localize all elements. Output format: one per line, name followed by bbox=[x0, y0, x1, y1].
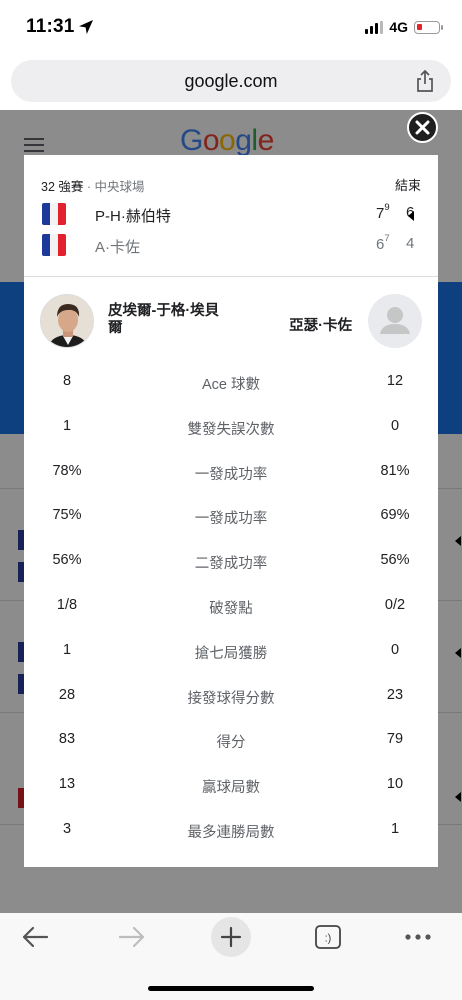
person-placeholder-icon bbox=[380, 307, 410, 334]
match-status: 結束 bbox=[394, 178, 421, 193]
team-row-loser: A·卡佐 67 4 bbox=[42, 233, 422, 257]
stat-right-value: 81% bbox=[380, 462, 410, 479]
stat-label: 一發成功率 bbox=[194, 511, 268, 528]
stat-left-value: 6 bbox=[24, 866, 110, 867]
stat-right-value: 12 bbox=[386, 373, 404, 389]
team-row-winner: P-H·赫伯特 79 6 bbox=[42, 202, 422, 226]
stat-left-value: 56% bbox=[52, 552, 82, 569]
signal-icon bbox=[365, 20, 384, 34]
stat-row: 56% 二發成功率 56% bbox=[24, 552, 438, 576]
stat-right-value: 10 bbox=[386, 776, 404, 793]
stat-left-value: 1 bbox=[62, 417, 72, 434]
stat-right-value: 0 bbox=[390, 417, 400, 434]
stat-row: 1/8 破發點 0/2 bbox=[24, 597, 438, 621]
stat-row: 1 搶七局獲勝 0 bbox=[24, 642, 438, 666]
stat-row: 75% 一發成功率 69% bbox=[24, 507, 438, 531]
divider bbox=[24, 276, 438, 277]
stat-left-value: 78% bbox=[52, 462, 82, 479]
stat-label: 最多連勝局數 bbox=[187, 825, 275, 841]
stat-label: 得分 bbox=[216, 735, 246, 752]
stat-right-value: 69% bbox=[380, 507, 410, 524]
stat-row: 13 贏球局數 10 bbox=[24, 776, 438, 800]
stat-label: Ace 球數 bbox=[201, 377, 260, 393]
player-right-avatar bbox=[368, 294, 422, 348]
stat-label: 搶七局獲勝 bbox=[194, 645, 268, 662]
close-button[interactable] bbox=[407, 112, 438, 143]
svg-text::): :) bbox=[325, 933, 332, 945]
network-type: 4G bbox=[389, 19, 408, 35]
stat-right-value: 79 bbox=[386, 731, 404, 748]
stat-right-value: 0/2 bbox=[384, 597, 406, 613]
france-flag-icon bbox=[42, 203, 66, 225]
location-arrow-icon bbox=[79, 20, 93, 34]
stat-left-value: 1 bbox=[62, 641, 72, 658]
close-icon bbox=[415, 120, 430, 135]
share-icon[interactable] bbox=[415, 69, 435, 93]
stat-row: 28 接發球得分數 23 bbox=[24, 687, 438, 711]
stat-row: 3 最多連勝局數 1 bbox=[24, 821, 438, 845]
forward-arrow-icon[interactable] bbox=[118, 925, 146, 949]
stat-left-value: 28 bbox=[58, 686, 76, 703]
stat-left-value: 13 bbox=[58, 776, 76, 793]
stat-left-value: 8 bbox=[62, 373, 72, 389]
stat-right-value: 0 bbox=[390, 641, 400, 658]
team-name: P-H·赫伯特 bbox=[95, 208, 171, 225]
set-score: 4 bbox=[406, 235, 415, 252]
stat-row: 83 得分 79 bbox=[24, 731, 438, 755]
set-score: 79 bbox=[376, 202, 390, 222]
status-time: 11:31 bbox=[26, 16, 75, 37]
stat-row: 78% 一發成功率 81% bbox=[24, 463, 438, 487]
status-bar: 11:31 4G bbox=[0, 0, 462, 54]
stat-right-value: 5 bbox=[352, 866, 438, 867]
player-right-name: 亞瑟·卡佐 bbox=[289, 318, 352, 334]
stat-row: 1 雙發失誤次數 0 bbox=[24, 418, 438, 442]
plus-icon[interactable] bbox=[210, 916, 252, 958]
stat-label: 接發球得分數 bbox=[187, 690, 275, 707]
stat-left-value: 3 bbox=[62, 821, 72, 837]
match-meta: 32 強賽 · 中央球場 bbox=[41, 180, 145, 194]
match-venue: 中央球場 bbox=[94, 180, 145, 194]
browser-header: google.com bbox=[0, 54, 462, 110]
address-bar[interactable]: google.com bbox=[11, 60, 451, 102]
match-stats-card: 32 強賽 · 中央球場 結束 P-H·赫伯特 79 6 A·卡佐 67 4 皮… bbox=[24, 155, 438, 867]
stat-row: 6 最高連勝分數 5 bbox=[24, 866, 438, 867]
home-indicator[interactable] bbox=[148, 986, 314, 991]
set-score: 67 bbox=[376, 233, 390, 253]
team-name: A·卡佐 bbox=[95, 239, 141, 256]
stat-label: 一發成功率 bbox=[194, 466, 268, 483]
url-text[interactable]: google.com bbox=[11, 71, 451, 92]
stat-left-value: 75% bbox=[52, 507, 82, 524]
player-left-name: 皮埃爾-于格·埃貝爾 bbox=[108, 303, 220, 336]
stat-label: 破發點 bbox=[209, 601, 253, 617]
stat-right-value: 23 bbox=[386, 686, 404, 703]
stat-left-value: 1/8 bbox=[56, 597, 78, 613]
status-indicators: 4G bbox=[365, 19, 443, 35]
stat-label: 最高連勝分數 bbox=[114, 866, 348, 867]
stat-right-value: 56% bbox=[380, 552, 410, 569]
back-arrow-icon[interactable] bbox=[21, 925, 49, 949]
stat-right-value: 1 bbox=[390, 821, 400, 837]
stat-label: 雙發失誤次數 bbox=[187, 421, 275, 438]
stat-label: 二發成功率 bbox=[194, 556, 268, 573]
winner-indicator-icon bbox=[408, 211, 414, 221]
stat-row: 8 Ace 球數 12 bbox=[24, 373, 438, 397]
stat-label: 贏球局數 bbox=[202, 780, 260, 797]
battery-icon bbox=[414, 20, 443, 34]
more-dots-icon[interactable] bbox=[404, 933, 432, 941]
france-flag-icon bbox=[42, 234, 66, 256]
match-round: 32 強賽 bbox=[41, 180, 84, 194]
tabs-icon[interactable]: :) bbox=[314, 924, 342, 950]
player-left-avatar bbox=[40, 294, 94, 348]
stat-left-value: 83 bbox=[58, 731, 76, 748]
